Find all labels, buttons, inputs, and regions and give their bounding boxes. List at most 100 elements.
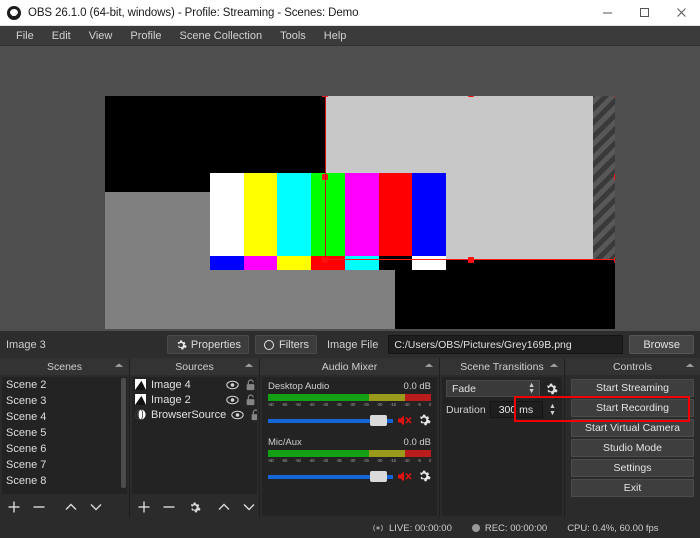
- properties-button[interactable]: Properties: [167, 335, 249, 354]
- source-item-image-4[interactable]: Image 4: [132, 377, 257, 392]
- add-source-button[interactable]: [136, 499, 152, 515]
- filters-button-label: Filters: [279, 339, 309, 351]
- mute-button[interactable]: [397, 470, 413, 483]
- studio-mode-button[interactable]: Studio Mode: [571, 439, 694, 457]
- source-label: BrowserSource: [151, 409, 226, 421]
- audio-mixer-dock: Audio Mixer Desktop Audio 0.0 dB -60-55-…: [260, 358, 440, 518]
- duration-input[interactable]: 300 ms: [490, 401, 543, 418]
- scene-item-4[interactable]: Scene 4: [2, 409, 127, 425]
- browse-button[interactable]: Browse: [629, 335, 694, 354]
- start-streaming-button[interactable]: Start Streaming: [571, 379, 694, 397]
- menu-scene-collection[interactable]: Scene Collection: [171, 26, 272, 46]
- move-source-down-button[interactable]: [241, 499, 257, 515]
- image-source-icon: [135, 394, 146, 405]
- audio-settings-button[interactable]: [417, 469, 431, 483]
- menu-edit[interactable]: Edit: [43, 26, 80, 46]
- sources-list[interactable]: Image 4 Image 3: [132, 377, 257, 494]
- move-scene-down-button[interactable]: [88, 499, 104, 515]
- transition-properties-gear-icon[interactable]: [544, 382, 558, 396]
- close-button[interactable]: [663, 0, 700, 26]
- eye-icon[interactable]: [231, 409, 244, 421]
- duration-spinner[interactable]: ▲▼: [547, 403, 558, 417]
- scene-item-3[interactable]: Scene 3: [2, 393, 127, 409]
- color-bars-row-ramps: [210, 270, 446, 292]
- audio-track-mic-aux: Mic/Aux 0.0 dB -60-55-50-45-40-35 -30-25…: [262, 433, 437, 483]
- controls-body: Start Streaming Start Recording Start Vi…: [567, 377, 698, 516]
- float-dock-icon[interactable]: [685, 361, 695, 371]
- scene-transitions-dock-header: Scene Transitions: [440, 358, 564, 375]
- float-dock-icon[interactable]: [114, 361, 124, 371]
- scenes-list[interactable]: Scene 1 Scene 2 Scene 3 Scene 4 Scene 5 …: [2, 377, 127, 494]
- minimize-button[interactable]: [589, 0, 626, 26]
- selected-source-name: Image 3: [6, 339, 161, 351]
- float-dock-icon[interactable]: [549, 361, 559, 371]
- scene-item-6[interactable]: Scene 6: [2, 441, 127, 457]
- start-virtual-camera-button[interactable]: Start Virtual Camera: [571, 419, 694, 437]
- broadcast-icon: [372, 523, 384, 533]
- source-properties-button[interactable]: [186, 499, 202, 515]
- float-dock-icon[interactable]: [424, 361, 434, 371]
- scenes-dock: Scenes Scene 1 Scene 2 Scene 3 Scene 4 S…: [0, 358, 130, 518]
- scene-item-5[interactable]: Scene 5: [2, 425, 127, 441]
- menu-help[interactable]: Help: [315, 26, 356, 46]
- handle-top-right[interactable]: [614, 96, 615, 97]
- unlock-icon[interactable]: [244, 394, 257, 406]
- window-title: OBS 26.1.0 (64-bit, windows) - Profile: …: [28, 7, 589, 19]
- menu-profile[interactable]: Profile: [121, 26, 170, 46]
- menu-view[interactable]: View: [80, 26, 122, 46]
- unlock-icon[interactable]: [244, 379, 257, 391]
- handle-top-center[interactable]: [468, 96, 474, 97]
- add-scene-button[interactable]: [6, 499, 22, 515]
- transition-value: Fade: [452, 383, 476, 395]
- handle-bottom-center[interactable]: [468, 257, 474, 263]
- eye-icon[interactable]: [226, 394, 239, 406]
- eye-icon[interactable]: [226, 379, 239, 391]
- volume-slider-knob[interactable]: [370, 415, 387, 426]
- volume-slider-knob[interactable]: [370, 471, 387, 482]
- source-label: Image 4: [151, 379, 221, 391]
- handle-bottom-right[interactable]: [614, 257, 615, 263]
- scene-item-7[interactable]: Scene 7: [2, 457, 127, 473]
- scenes-scrollbar[interactable]: [121, 378, 126, 488]
- scene-transitions-dock: Scene Transitions Fade ▲▼ Duration 300 m…: [440, 358, 565, 518]
- audio-mixer-body: Desktop Audio 0.0 dB -60-55-50-45-40-35 …: [262, 377, 437, 516]
- duration-label: Duration: [446, 404, 486, 416]
- remove-icon: [32, 500, 46, 514]
- source-item-image-2[interactable]: Image 2: [132, 392, 257, 407]
- handle-middle-right[interactable]: [614, 174, 615, 180]
- audio-settings-button[interactable]: [417, 413, 431, 427]
- source-label: Image 2: [151, 394, 221, 406]
- preview-canvas[interactable]: [105, 96, 615, 329]
- start-recording-button[interactable]: Start Recording: [571, 399, 694, 417]
- image-file-path-input[interactable]: C:/Users/OBS/Pictures/Grey169B.png: [388, 335, 623, 354]
- window-controls: [589, 0, 700, 26]
- menu-tools[interactable]: Tools: [271, 26, 315, 46]
- volume-slider[interactable]: [268, 415, 393, 426]
- mute-button[interactable]: [397, 414, 413, 427]
- image-file-label: Image File: [323, 339, 382, 351]
- move-scene-up-button[interactable]: [63, 499, 79, 515]
- settings-button[interactable]: Settings: [571, 459, 694, 477]
- audio-mixer-title: Audio Mixer: [322, 361, 377, 373]
- unlock-icon[interactable]: [249, 409, 257, 421]
- remove-scene-button[interactable]: [31, 499, 47, 515]
- exit-button[interactable]: Exit: [571, 479, 694, 497]
- float-dock-icon[interactable]: [244, 361, 254, 371]
- filters-button[interactable]: Filters: [255, 335, 317, 354]
- preview-area[interactable]: [0, 46, 700, 331]
- scene-item-2[interactable]: Scene 2: [2, 377, 127, 393]
- image-source-icon: [135, 379, 146, 390]
- move-source-up-button[interactable]: [216, 499, 232, 515]
- menu-file[interactable]: File: [7, 26, 43, 46]
- obs-logo-icon: [7, 6, 21, 20]
- remove-source-button[interactable]: [161, 499, 177, 515]
- transition-select[interactable]: Fade ▲▼: [446, 380, 540, 397]
- browser-source-icon: [135, 409, 146, 420]
- filters-icon: [263, 339, 275, 351]
- source-selection-rect[interactable]: [325, 96, 615, 260]
- source-item-browsersource[interactable]: BrowserSource: [132, 407, 257, 422]
- volume-slider[interactable]: [268, 471, 393, 482]
- selection-left-edge: [325, 96, 326, 259]
- maximize-button[interactable]: [626, 0, 663, 26]
- scene-item-8[interactable]: Scene 8: [2, 473, 127, 489]
